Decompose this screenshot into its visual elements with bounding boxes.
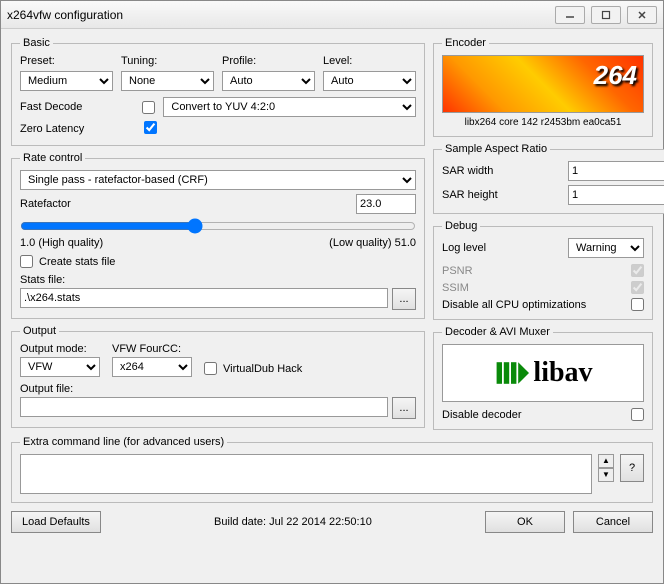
profile-select[interactable]: Auto [222, 71, 315, 91]
encoder-version: libx264 core 142 r2453bm ea0ca51 [442, 117, 644, 128]
titlebar: x264vfw configuration [1, 1, 663, 29]
encoder-group: Encoder 264 libx264 core 142 r2453bm ea0… [433, 37, 653, 137]
sar-width-label: SAR width [442, 165, 562, 177]
profile-label: Profile: [222, 55, 315, 67]
minimize-button[interactable] [555, 6, 585, 24]
debug-group: Debug Log level Warning PSNR SSIM Dis [433, 220, 653, 320]
sar-legend: Sample Aspect Ratio [442, 143, 550, 155]
basic-group: Basic Preset: Tuning: Profile: Level: Me… [11, 37, 425, 146]
fourcc-label: VFW FourCC: [112, 343, 192, 355]
extra-spinner[interactable]: ▲ ▼ [598, 454, 614, 482]
loglevel-select[interactable]: Warning [568, 238, 644, 258]
debug-legend: Debug [442, 220, 480, 232]
maximize-button[interactable] [591, 6, 621, 24]
ratefactor-input[interactable] [356, 194, 416, 214]
ratecontrol-legend: Rate control [20, 152, 85, 164]
zerolatency-label: Zero Latency [20, 123, 84, 135]
encoder-logo-text: 264 [594, 60, 637, 91]
sar-height-label: SAR height [442, 189, 562, 201]
ssim-label: SSIM [442, 282, 469, 294]
preset-label: Preset: [20, 55, 113, 67]
libav-icon [493, 355, 529, 391]
tuning-select[interactable]: None [121, 71, 214, 91]
create-stats-label: Create stats file [39, 256, 115, 268]
sar-width-input[interactable] [568, 161, 664, 181]
disable-cpu-label: Disable all CPU optimizations [442, 299, 586, 311]
vdub-checkbox[interactable] [204, 362, 217, 375]
ratefactor-slider[interactable] [20, 218, 416, 234]
zerolatency-checkbox[interactable] [144, 121, 157, 134]
slider-high-label: (Low quality) 51.0 [329, 237, 416, 249]
encoder-legend: Encoder [442, 37, 489, 49]
psnr-label: PSNR [442, 265, 473, 277]
encoder-logo: 264 [442, 55, 644, 113]
output-mode-label: Output mode: [20, 343, 100, 355]
ratecontrol-mode-select[interactable]: Single pass - ratefactor-based (CRF) [20, 170, 416, 190]
basic-legend: Basic [20, 37, 53, 49]
decoder-logo: libav [442, 344, 644, 402]
loglevel-label: Log level [442, 242, 562, 254]
slider-low-label: 1.0 (High quality) [20, 237, 103, 249]
decoder-logo-text: libav [533, 357, 592, 389]
decoder-group: Decoder & AVI Muxer libav [433, 326, 653, 430]
disable-decoder-checkbox[interactable] [631, 408, 644, 421]
psnr-checkbox [631, 264, 644, 277]
output-browse-button[interactable]: ... [392, 397, 416, 419]
fourcc-select[interactable]: x264 [112, 357, 192, 377]
ratecontrol-group: Rate control Single pass - ratefactor-ba… [11, 152, 425, 319]
preset-select[interactable]: Medium [20, 71, 113, 91]
output-mode-select[interactable]: VFW [20, 357, 100, 377]
sar-height-input[interactable] [568, 185, 664, 205]
convert-select[interactable]: Convert to YUV 4:2:0 [163, 97, 416, 117]
extra-help-button[interactable]: ? [620, 454, 644, 482]
level-label: Level: [323, 55, 416, 67]
tuning-label: Tuning: [121, 55, 214, 67]
ok-button[interactable]: OK [485, 511, 565, 533]
output-group: Output Output mode: VFW VFW FourCC: x264 [11, 325, 425, 428]
stats-browse-button[interactable]: ... [392, 288, 416, 310]
vdub-label: VirtualDub Hack [223, 363, 302, 375]
stats-file-input[interactable] [20, 288, 388, 308]
spinner-up-button[interactable]: ▲ [598, 454, 614, 468]
close-button[interactable] [627, 6, 657, 24]
load-defaults-button[interactable]: Load Defaults [11, 511, 101, 533]
build-date: Build date: Jul 22 2014 22:50:10 [109, 516, 477, 528]
window-title: x264vfw configuration [7, 8, 123, 22]
decoder-legend: Decoder & AVI Muxer [442, 326, 553, 338]
stats-file-label: Stats file: [20, 274, 416, 286]
output-file-label: Output file: [20, 383, 416, 395]
fastdecode-label: Fast Decode [20, 101, 82, 113]
ssim-checkbox [631, 281, 644, 294]
disable-cpu-checkbox[interactable] [631, 298, 644, 311]
ratefactor-label: Ratefactor [20, 198, 71, 210]
spinner-down-button[interactable]: ▼ [598, 468, 614, 482]
create-stats-checkbox[interactable] [20, 255, 33, 268]
output-file-input[interactable] [20, 397, 388, 417]
extra-cmd-input[interactable] [20, 454, 592, 494]
sar-group: Sample Aspect Ratio SAR width SAR height [433, 143, 664, 214]
output-legend: Output [20, 325, 59, 337]
extra-legend: Extra command line (for advanced users) [20, 436, 227, 448]
cancel-button[interactable]: Cancel [573, 511, 653, 533]
fastdecode-checkbox[interactable] [142, 101, 155, 114]
disable-decoder-label: Disable decoder [442, 409, 522, 421]
level-select[interactable]: Auto [323, 71, 416, 91]
extra-group: Extra command line (for advanced users) … [11, 436, 653, 503]
